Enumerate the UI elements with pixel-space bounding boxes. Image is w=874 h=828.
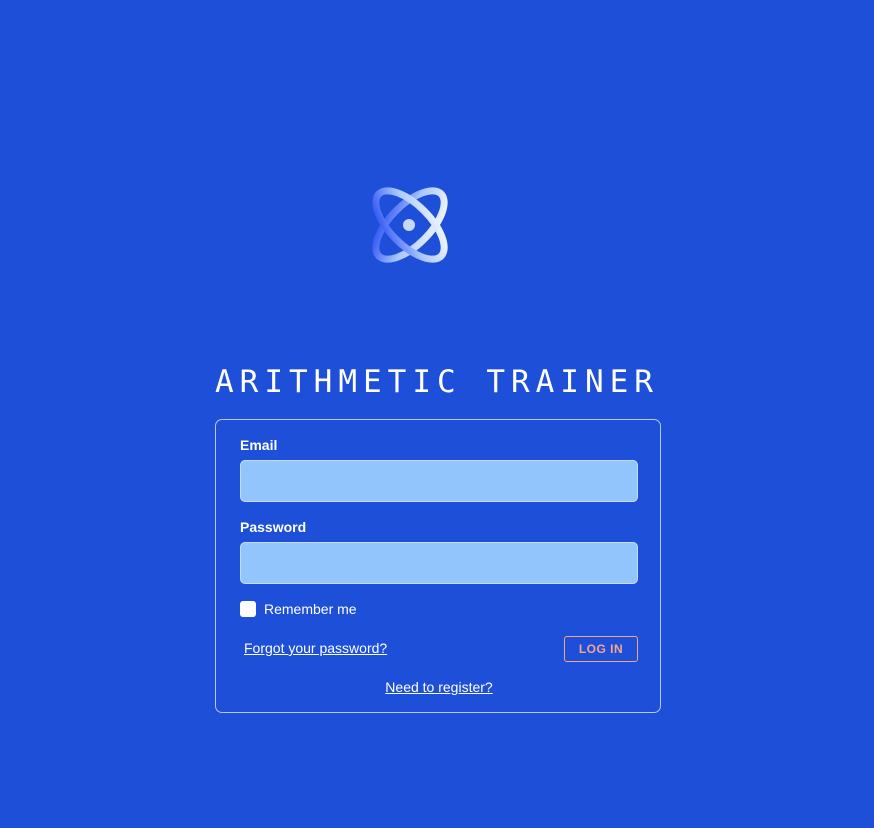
password-label: Password: [240, 519, 307, 535]
email-field[interactable]: [240, 460, 638, 502]
remember-me-row: Remember me: [240, 601, 357, 617]
register-link[interactable]: Need to register?: [216, 679, 662, 695]
remember-me-checkbox[interactable]: [240, 601, 256, 617]
email-label: Email: [240, 437, 278, 453]
remember-me-label: Remember me: [264, 601, 357, 617]
app-title: ARITHMETIC TRAINER: [215, 364, 659, 400]
login-form: Email Password Remember me Forgot your p…: [215, 419, 661, 713]
login-button-label: LOG IN: [578, 642, 624, 656]
password-field[interactable]: [240, 542, 638, 584]
forgot-password-link[interactable]: Forgot your password?: [244, 640, 387, 656]
login-button[interactable]: LOG IN: [564, 636, 638, 662]
app-logo-icon: [360, 175, 460, 275]
